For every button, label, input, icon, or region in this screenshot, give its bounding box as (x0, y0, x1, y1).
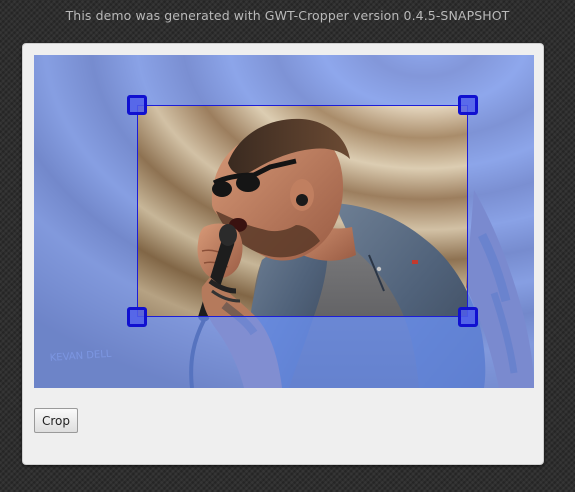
resize-handle-top-left[interactable] (127, 95, 147, 115)
resize-handle-bottom-right[interactable] (458, 307, 478, 327)
resize-handle-top-right[interactable] (458, 95, 478, 115)
cropper-panel: KEVAN DELL Crop (22, 43, 544, 465)
version-banner: This demo was generated with GWT-Cropper… (65, 8, 510, 23)
resize-handle-bottom-left[interactable] (127, 307, 147, 327)
crop-selection[interactable] (127, 95, 478, 327)
crop-button[interactable]: Crop (34, 408, 79, 433)
crop-canvas[interactable]: KEVAN DELL (34, 55, 534, 388)
